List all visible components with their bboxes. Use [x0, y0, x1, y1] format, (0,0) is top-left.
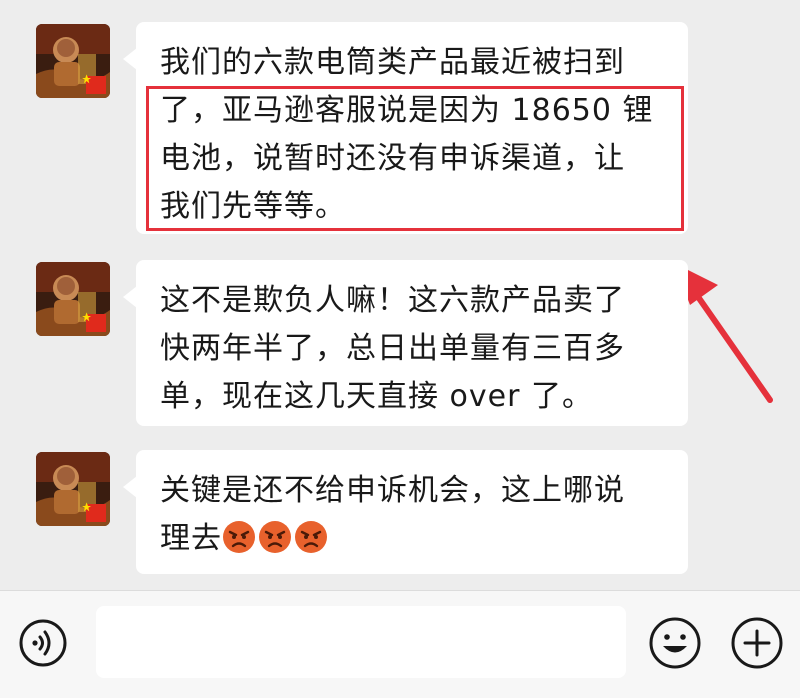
chat-input-bar: [0, 590, 800, 698]
message-line: 电池，说暂时还没有申诉渠道，让: [160, 141, 625, 176]
message-text: 理去: [160, 521, 222, 556]
avatar[interactable]: [36, 262, 110, 336]
voice-icon[interactable]: [18, 618, 68, 668]
message-input[interactable]: [96, 606, 626, 678]
avatar[interactable]: [36, 452, 110, 526]
message-line: 单，现在这几天直接 over 了。: [160, 379, 593, 414]
message-line: 了，亚马逊客服说是因为 18650 锂: [160, 93, 654, 128]
angry-face-emoji-icon: [223, 521, 255, 553]
message-line: 理去: [160, 515, 664, 563]
smiley-icon[interactable]: [648, 616, 702, 670]
message-bubble[interactable]: 关键是还不给申诉机会，这上哪说 理去: [123, 450, 688, 574]
message-line: 我们先等等。: [160, 189, 346, 224]
message-line: 关键是还不给申诉机会，这上哪说: [160, 473, 625, 508]
message-bubble[interactable]: 这不是欺负人嘛！这六款产品卖了 快两年半了，总日出单量有三百多 单，现在这几天直…: [123, 260, 688, 426]
message-bubble[interactable]: 我们的六款电筒类产品最近被扫到 了，亚马逊客服说是因为 18650 锂 电池，说…: [123, 22, 688, 234]
message-line: 这不是欺负人嘛！这六款产品卖了: [160, 283, 625, 318]
angry-face-emoji-icon: [295, 521, 327, 553]
plus-circle-icon[interactable]: [730, 616, 784, 670]
avatar[interactable]: [36, 24, 110, 98]
angry-face-emoji-icon: [259, 521, 291, 553]
message-line: 我们的六款电筒类产品最近被扫到: [160, 45, 625, 80]
message-line: 快两年半了，总日出单量有三百多: [160, 331, 625, 366]
chat-message-list[interactable]: 我们的六款电筒类产品最近被扫到 了，亚马逊客服说是因为 18650 锂 电池，说…: [0, 0, 800, 590]
